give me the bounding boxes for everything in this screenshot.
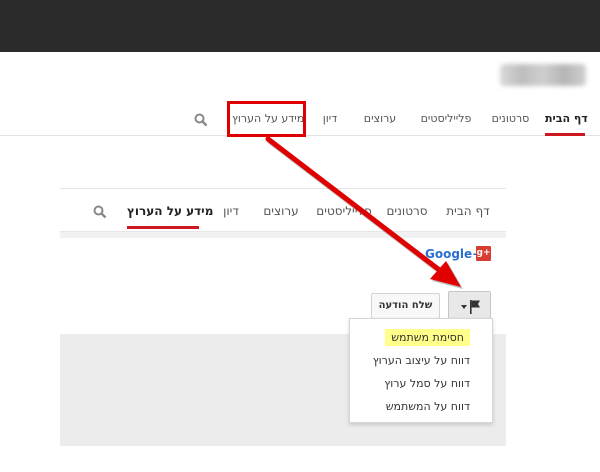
annotation-arrow — [265, 136, 463, 289]
